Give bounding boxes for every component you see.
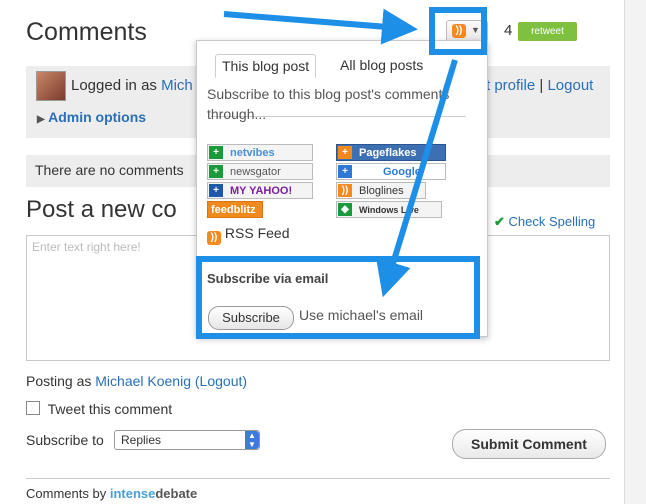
arrow-to-rss <box>223 8 418 45</box>
arrow-to-email <box>376 59 458 298</box>
annotation-arrows <box>223 8 458 298</box>
comments-page: Comments )) ▼ 4 retweet Logged in as Mic… <box>0 0 646 504</box>
